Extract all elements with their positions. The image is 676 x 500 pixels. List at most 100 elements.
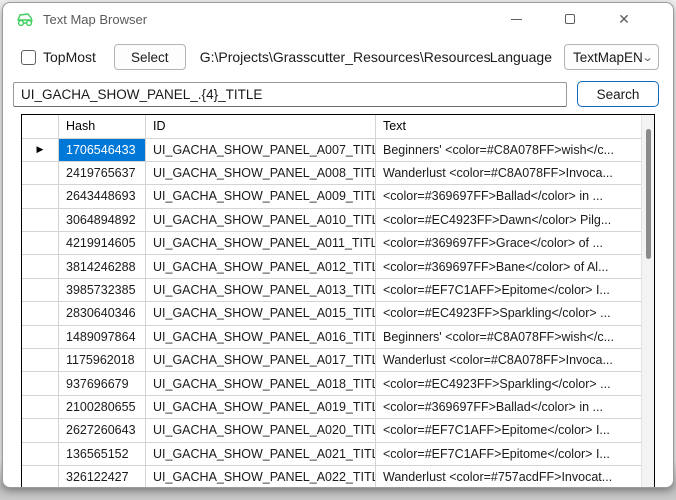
cell-hash[interactable]: 3814246288	[59, 255, 146, 278]
language-value: TextMapEN	[573, 50, 643, 65]
grasscutter-app-icon	[15, 10, 35, 28]
cell-text[interactable]: <color=#EC4923FF>Sparkling</color> ...	[376, 302, 654, 325]
table-row[interactable]: 1175962018 UI_GACHA_SHOW_PANEL_A017_TITL…	[22, 349, 654, 372]
row-pointer[interactable]	[22, 372, 59, 395]
cell-id[interactable]: UI_GACHA_SHOW_PANEL_A013_TITLE	[146, 279, 376, 302]
table-row[interactable]: 1489097864 UI_GACHA_SHOW_PANEL_A016_TITL…	[22, 326, 654, 349]
row-pointer[interactable]	[22, 232, 59, 255]
cell-id[interactable]: UI_GACHA_SHOW_PANEL_A008_TITLE	[146, 162, 376, 185]
cell-id[interactable]: UI_GACHA_SHOW_PANEL_A015_TITLE	[146, 302, 376, 325]
row-pointer[interactable]	[22, 349, 59, 372]
cell-text[interactable]: Beginners' <color=#C8A078FF>wish</c...	[376, 326, 654, 349]
row-pointer[interactable]	[22, 255, 59, 278]
table-row[interactable]: 326122427 UI_GACHA_SHOW_PANEL_A022_TITLE…	[22, 466, 654, 488]
row-pointer[interactable]	[22, 466, 59, 488]
cell-id[interactable]: UI_GACHA_SHOW_PANEL_A021_TITLE	[146, 443, 376, 466]
table-row[interactable]: ▶ 1706546433 UI_GACHA_SHOW_PANEL_A007_TI…	[22, 139, 654, 162]
cell-text[interactable]: <color=#369697FF>Ballad</color> in ...	[376, 396, 654, 419]
search-input[interactable]	[13, 82, 567, 107]
cell-text[interactable]: <color=#369697FF>Grace</color> of ...	[376, 232, 654, 255]
cell-hash[interactable]: 136565152	[59, 443, 146, 466]
cell-text[interactable]: <color=#369697FF>Ballad</color> in ...	[376, 185, 654, 208]
cell-text[interactable]: <color=#EF7C1AFF>Epitome</color> I...	[376, 419, 654, 442]
cell-hash[interactable]: 2627260643	[59, 419, 146, 442]
cell-text[interactable]: Wanderlust <color=#C8A078FF>Invoca...	[376, 349, 654, 372]
table-row[interactable]: 2643448693 UI_GACHA_SHOW_PANEL_A009_TITL…	[22, 185, 654, 208]
cell-id[interactable]: UI_GACHA_SHOW_PANEL_A020_TITLE	[146, 419, 376, 442]
row-pointer[interactable]	[22, 419, 59, 442]
table-row[interactable]: 2419765637 UI_GACHA_SHOW_PANEL_A008_TITL…	[22, 162, 654, 185]
row-pointer[interactable]	[22, 209, 59, 232]
cell-text[interactable]: <color=#EC4923FF>Sparkling</color> ...	[376, 372, 654, 395]
cell-id[interactable]: UI_GACHA_SHOW_PANEL_A019_TITLE	[146, 396, 376, 419]
language-dropdown[interactable]: TextMapEN ⌄	[564, 44, 659, 70]
minimize-icon	[511, 19, 522, 20]
row-pointer[interactable]: ▶	[22, 139, 59, 162]
cell-id[interactable]: UI_GACHA_SHOW_PANEL_A007_TITLE	[146, 139, 376, 162]
column-header-id[interactable]: ID	[146, 115, 376, 139]
column-header-text[interactable]: Text	[376, 115, 641, 139]
grid-header-row: Hash ID Text	[22, 115, 654, 139]
cell-hash[interactable]: 1489097864	[59, 326, 146, 349]
chevron-down-icon: ⌄	[641, 51, 653, 64]
cell-id[interactable]: UI_GACHA_SHOW_PANEL_A012_TITLE	[146, 255, 376, 278]
cell-text[interactable]: Beginners' <color=#C8A078FF>wish</c...	[376, 139, 654, 162]
table-row[interactable]: 136565152 UI_GACHA_SHOW_PANEL_A021_TITLE…	[22, 443, 654, 466]
select-button[interactable]: Select	[114, 44, 186, 70]
app-window: Text Map Browser ✕ TopMost Select G:\Pro…	[2, 2, 674, 488]
cell-hash[interactable]: 2830640346	[59, 302, 146, 325]
vertical-scrollbar[interactable]	[641, 115, 654, 488]
cell-text[interactable]: <color=#369697FF>Bane</color> of Al...	[376, 255, 654, 278]
cell-text[interactable]: <color=#EF7C1AFF>Epitome</color> I...	[376, 443, 654, 466]
cell-text[interactable]: <color=#EC4923FF>Dawn</color> Pilg...	[376, 209, 654, 232]
cell-hash[interactable]: 1175962018	[59, 349, 146, 372]
cell-hash[interactable]: 3064894892	[59, 209, 146, 232]
cell-text[interactable]: Wanderlust <color=#C8A078FF>Invoca...	[376, 162, 654, 185]
table-row[interactable]: 4219914605 UI_GACHA_SHOW_PANEL_A011_TITL…	[22, 232, 654, 255]
table-row[interactable]: 937696679 UI_GACHA_SHOW_PANEL_A018_TITLE…	[22, 372, 654, 395]
cell-id[interactable]: UI_GACHA_SHOW_PANEL_A016_TITLE	[146, 326, 376, 349]
cell-id[interactable]: UI_GACHA_SHOW_PANEL_A018_TITLE	[146, 372, 376, 395]
table-row[interactable]: 2627260643 UI_GACHA_SHOW_PANEL_A020_TITL…	[22, 419, 654, 442]
cell-id[interactable]: UI_GACHA_SHOW_PANEL_A009_TITLE	[146, 185, 376, 208]
column-header-hash[interactable]: Hash	[59, 115, 146, 139]
cell-text[interactable]: Wanderlust <color=#757acdFF>Invocat...	[376, 466, 654, 488]
cell-hash[interactable]: 3985732385	[59, 279, 146, 302]
row-pointer[interactable]	[22, 279, 59, 302]
table-row[interactable]: 3814246288 UI_GACHA_SHOW_PANEL_A012_TITL…	[22, 255, 654, 278]
cell-hash[interactable]: 4219914605	[59, 232, 146, 255]
row-pointer[interactable]	[22, 396, 59, 419]
cell-hash[interactable]: 1706546433	[59, 139, 146, 162]
minimize-button[interactable]	[489, 3, 543, 35]
table-row[interactable]: 2100280655 UI_GACHA_SHOW_PANEL_A019_TITL…	[22, 396, 654, 419]
cell-text[interactable]: <color=#EF7C1AFF>Epitome</color> I...	[376, 279, 654, 302]
table-row[interactable]: 3064894892 UI_GACHA_SHOW_PANEL_A010_TITL…	[22, 209, 654, 232]
scrollbar-thumb[interactable]	[646, 129, 651, 259]
cell-hash[interactable]: 2419765637	[59, 162, 146, 185]
cell-hash[interactable]: 2643448693	[59, 185, 146, 208]
row-pointer[interactable]	[22, 443, 59, 466]
topmost-checkbox[interactable]	[21, 50, 36, 65]
close-button[interactable]: ✕	[597, 3, 651, 35]
row-pointer[interactable]	[22, 326, 59, 349]
row-pointer[interactable]	[22, 185, 59, 208]
cell-id[interactable]: UI_GACHA_SHOW_PANEL_A011_TITLE	[146, 232, 376, 255]
cell-hash[interactable]: 326122427	[59, 466, 146, 488]
cell-id[interactable]: UI_GACHA_SHOW_PANEL_A010_TITLE	[146, 209, 376, 232]
table-row[interactable]: 3985732385 UI_GACHA_SHOW_PANEL_A013_TITL…	[22, 279, 654, 302]
row-pointer[interactable]	[22, 162, 59, 185]
table-row[interactable]: 2830640346 UI_GACHA_SHOW_PANEL_A015_TITL…	[22, 302, 654, 325]
language-label: Language	[490, 49, 552, 65]
row-selector-header	[22, 115, 59, 139]
cell-hash[interactable]: 937696679	[59, 372, 146, 395]
titlebar[interactable]: Text Map Browser ✕	[3, 3, 673, 35]
cell-id[interactable]: UI_GACHA_SHOW_PANEL_A017_TITLE	[146, 349, 376, 372]
cell-id[interactable]: UI_GACHA_SHOW_PANEL_A022_TITLE	[146, 466, 376, 488]
maximize-button[interactable]	[543, 3, 597, 35]
cell-hash[interactable]: 2100280655	[59, 396, 146, 419]
search-button[interactable]: Search	[577, 81, 659, 107]
row-pointer[interactable]	[22, 302, 59, 325]
textmap-grid: Hash ID Text ▶ 1706546433 UI_GACHA_SHOW_…	[21, 114, 655, 488]
window-title: Text Map Browser	[43, 12, 489, 27]
search-row: Search	[3, 81, 673, 107]
